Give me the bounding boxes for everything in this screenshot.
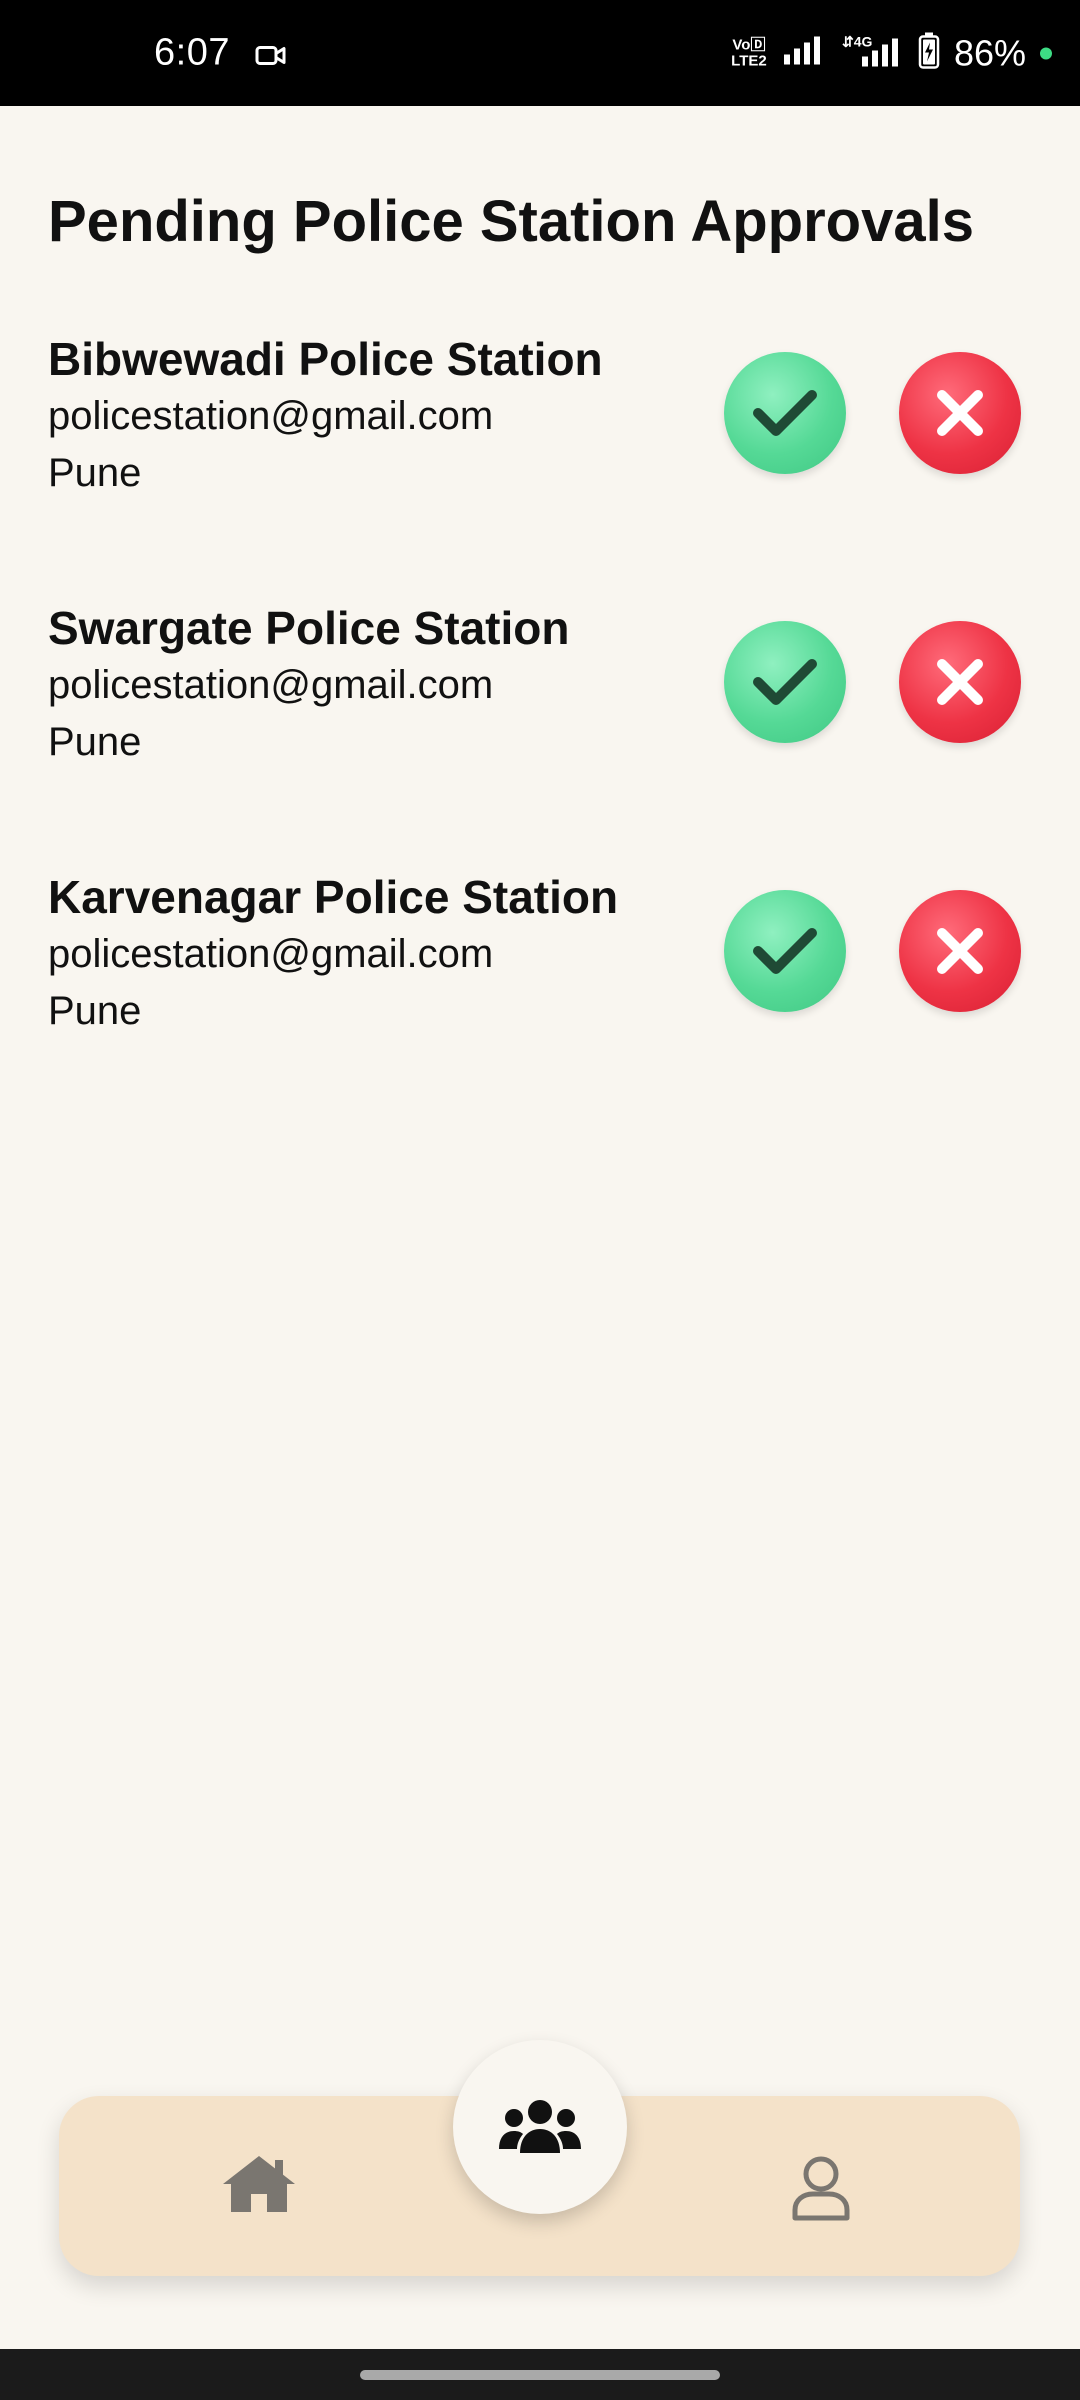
status-time: 6:07 xyxy=(154,31,230,74)
approve-button[interactable] xyxy=(724,890,846,1012)
battery-percent: 86% xyxy=(953,32,1026,73)
nav-home-button[interactable] xyxy=(219,2152,299,2221)
reject-button[interactable] xyxy=(899,621,1021,743)
signal-icon xyxy=(782,35,826,72)
users-icon xyxy=(499,2100,581,2153)
reject-button[interactable] xyxy=(899,352,1021,474)
privacy-indicator-dot xyxy=(1040,47,1052,59)
gesture-navigation-area xyxy=(0,2349,1080,2400)
status-indicators: Vo🄳 LTE2 ⇵4G 86% xyxy=(730,32,1052,75)
check-icon xyxy=(753,659,817,705)
station-name: Karvenagar Police Station xyxy=(48,871,619,923)
close-icon xyxy=(937,659,983,705)
close-icon xyxy=(937,390,983,436)
list-item: Bibwewadi Police Station policestation@g… xyxy=(48,332,1032,502)
check-icon xyxy=(753,390,817,436)
video-call-icon xyxy=(255,44,287,73)
status-bar: 6:07 Vo🄳 LTE2 ⇵4G 86% xyxy=(0,0,1080,106)
nav-users-button[interactable] xyxy=(453,2040,627,2214)
station-name: Swargate Police Station xyxy=(48,602,570,654)
station-city: Pune xyxy=(48,989,142,1033)
station-city: Pune xyxy=(48,720,142,764)
reject-button[interactable] xyxy=(899,890,1021,1012)
close-icon xyxy=(937,928,983,974)
volte-indicator: Vo🄳 LTE2 xyxy=(731,36,767,69)
station-email: policestation@gmail.com xyxy=(48,663,494,707)
approve-button[interactable] xyxy=(724,352,846,474)
home-icon xyxy=(223,2156,295,2212)
nav-profile-button[interactable] xyxy=(789,2154,853,2227)
station-city: Pune xyxy=(48,451,142,495)
list-item: Karvenagar Police Station policestation@… xyxy=(48,870,1032,1040)
page-title: Pending Police Station Approvals xyxy=(48,189,974,254)
approve-button[interactable] xyxy=(724,621,846,743)
gesture-handle[interactable] xyxy=(360,2370,720,2380)
signal-4g-icon: ⇵4G xyxy=(840,33,904,74)
station-email: policestation@gmail.com xyxy=(48,394,494,438)
check-icon xyxy=(753,928,817,974)
battery-icon xyxy=(918,32,940,75)
list-item: Swargate Police Station policestation@gm… xyxy=(48,601,1032,771)
station-name: Bibwewadi Police Station xyxy=(48,333,603,385)
svg-text:⇵4G: ⇵4G xyxy=(842,34,873,50)
user-icon xyxy=(792,2156,850,2221)
station-email: policestation@gmail.com xyxy=(48,932,494,976)
